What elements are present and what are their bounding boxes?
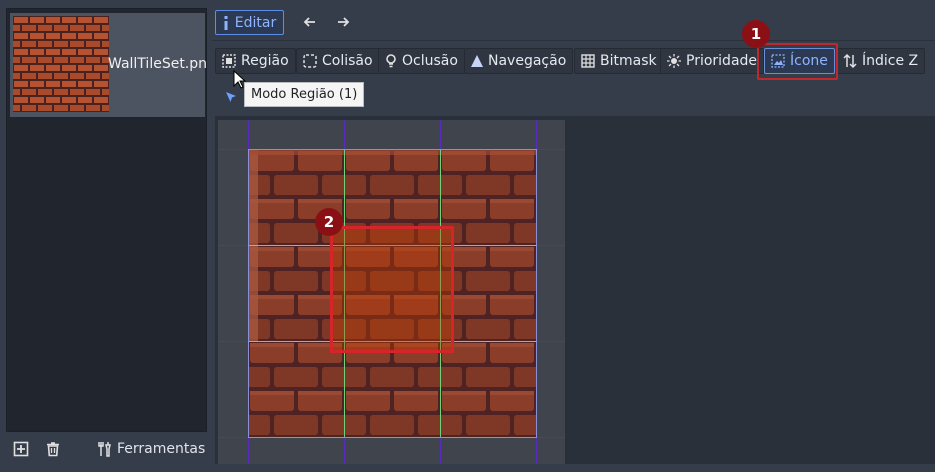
pointer-icon — [226, 92, 236, 102]
tools-label: Ferramentas — [117, 441, 206, 457]
previous-tile-button[interactable] — [300, 12, 320, 32]
edit-button[interactable]: Editar — [215, 10, 284, 35]
tab-occlusion[interactable]: Oclusão — [378, 48, 465, 74]
delete-tileset-button[interactable] — [44, 440, 62, 458]
tileset-list: WallTileSet.pn — [6, 8, 207, 432]
info-icon — [224, 15, 228, 30]
tab-navigation[interactable]: Navegação — [464, 48, 574, 74]
callout-badge-2: 2 — [315, 208, 343, 236]
wrench-icon — [98, 442, 111, 457]
tab-priority-label: Prioridade — [686, 53, 758, 69]
tab-navigation-label: Navegação — [488, 53, 567, 69]
tileset-list-item[interactable]: WallTileSet.pn — [10, 13, 208, 117]
tooltip: Modo Região (1) — [244, 82, 365, 107]
collision-icon — [303, 54, 317, 68]
toolbar-separator — [212, 40, 935, 41]
tileset-thumbnail — [13, 16, 109, 112]
add-icon — [13, 441, 29, 457]
region-icon — [222, 54, 236, 68]
add-tileset-button[interactable] — [12, 440, 30, 458]
edit-label: Editar — [234, 14, 277, 31]
tab-region-label: Região — [241, 53, 289, 69]
mouse-cursor-icon — [233, 70, 247, 89]
next-tile-button[interactable] — [333, 12, 353, 32]
select-tool-button[interactable] — [222, 88, 240, 106]
tab-collision-label: Colisão — [322, 53, 373, 69]
tab-bitmask-label: Bitmask — [600, 53, 657, 69]
tab-priority[interactable]: Prioridade — [660, 48, 765, 74]
tab-occlusion-label: Oclusão — [402, 53, 458, 69]
tab-z-index[interactable]: Índice Z — [836, 48, 926, 74]
callout-1-highlight — [757, 43, 838, 80]
bitmask-icon — [581, 54, 595, 68]
tab-bitmask[interactable]: Bitmask — [574, 48, 664, 74]
tab-collision[interactable]: Colisão — [296, 48, 380, 74]
arrow-right-icon — [338, 17, 350, 27]
tileset-name: WallTileSet.pn — [108, 56, 208, 72]
navigation-icon — [471, 55, 483, 67]
bottom-edge — [0, 464, 935, 472]
tools-menu-button[interactable]: Ferramentas — [98, 438, 205, 460]
tab-region[interactable]: Região — [215, 48, 296, 74]
z-index-icon — [843, 54, 857, 68]
callout-2-highlight — [330, 226, 454, 353]
arrow-left-icon — [303, 17, 315, 27]
callout-badge-1: 1 — [742, 20, 770, 48]
occlusion-icon — [386, 54, 396, 68]
priority-icon — [667, 54, 681, 68]
tab-z-index-label: Índice Z — [862, 53, 919, 69]
trash-icon — [47, 442, 59, 457]
